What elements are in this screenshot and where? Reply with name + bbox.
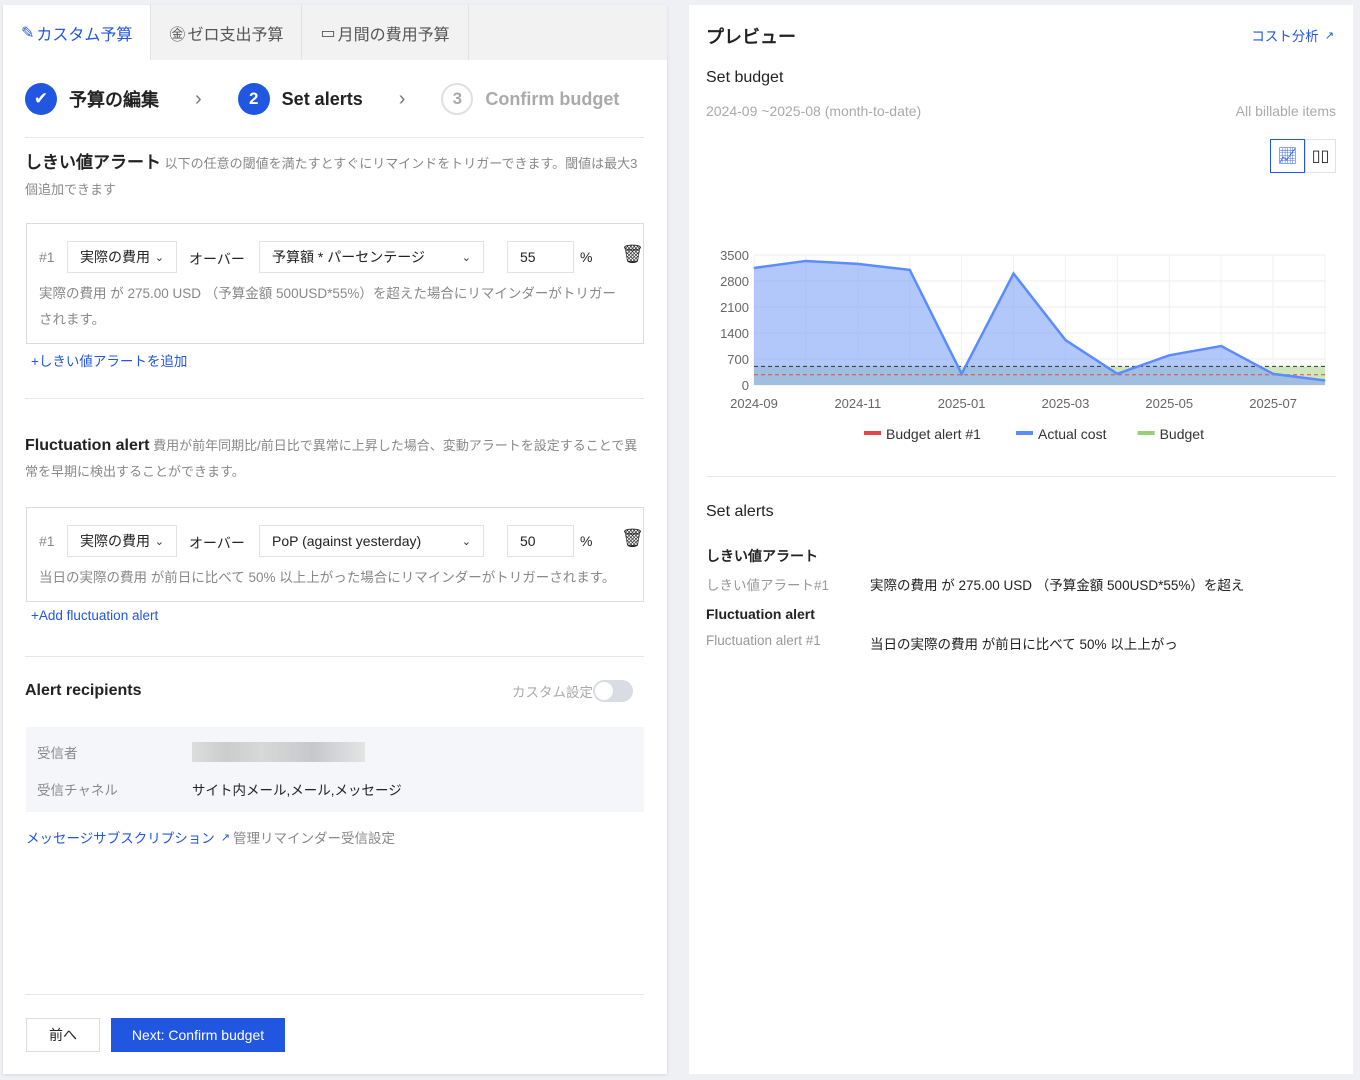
external-link-icon: ↗ bbox=[220, 831, 230, 844]
pencil-icon: ✎ bbox=[21, 24, 35, 42]
delete-icon[interactable]: 🗑 bbox=[621, 244, 644, 265]
stepper: ✔ 予算の編集 › 2 Set alerts › 3 Confirm budget bbox=[25, 83, 619, 115]
legend-swatch bbox=[1016, 431, 1033, 435]
actual-cost-point bbox=[1064, 339, 1066, 341]
metric-select[interactable]: 実際の費用 ⌄ bbox=[67, 241, 177, 273]
check-icon: ✔ bbox=[25, 83, 57, 115]
bar-chart-icon: ▯▯ bbox=[1311, 148, 1330, 165]
legend-label: Actual cost bbox=[1038, 426, 1107, 442]
threshold-header: しきい値アラート 以下の任意の閾値を満たすとすぐにリマインドをトリガーできます。… bbox=[25, 153, 638, 197]
divider bbox=[25, 137, 644, 138]
actual-cost-point bbox=[1168, 354, 1170, 356]
metric-select[interactable]: 実際の費用 ⌄ bbox=[67, 525, 177, 557]
divider bbox=[25, 656, 644, 657]
fluctuation-header: Fluctuation alert 費用が前年同期比/前日比で異常に上昇した場合… bbox=[25, 437, 638, 479]
redacted-recipient bbox=[192, 742, 365, 762]
y-tick-label: 0 bbox=[742, 378, 749, 393]
actual-cost-point bbox=[753, 267, 755, 269]
add-threshold-alert-link[interactable]: +しきい値アラートを追加 bbox=[31, 350, 187, 370]
previous-button[interactable]: 前へ bbox=[26, 1018, 100, 1052]
budget-chart: 0 700 1400 2100 2800 3500 2024-09 2024-11 2025-0… bbox=[720, 248, 1326, 442]
chevron-down-icon: ⌄ bbox=[461, 251, 471, 264]
tab-custom-budget[interactable]: ✎ カスタム予算 bbox=[3, 5, 152, 60]
chevron-down-icon: ⌄ bbox=[154, 251, 164, 264]
actual-cost-point bbox=[1272, 373, 1274, 375]
divider bbox=[706, 476, 1336, 477]
x-tick-label: 2025-03 bbox=[1042, 396, 1090, 411]
threshold-alert-card: #1 実際の費用 ⌄ オーバー 予算額 * パーセンテージ ⌄ 55 % 🗑 実際の… bbox=[26, 223, 644, 344]
custom-settings-toggle[interactable]: カスタム設定 bbox=[512, 680, 633, 702]
budget-type-tabs: ✎ カスタム予算 ㊎ゼロ支出予算 ▭ 月間の費用予算 bbox=[3, 5, 667, 60]
legend-label: Budget alert #1 bbox=[886, 426, 981, 442]
manage-reminder-link[interactable]: 管理リマインダー受信設定 bbox=[233, 827, 395, 847]
x-tick-label: 2025-07 bbox=[1249, 396, 1297, 411]
toggle-switch[interactable] bbox=[593, 680, 633, 702]
legend-label: Budget bbox=[1160, 426, 1204, 442]
actual-cost-point bbox=[1116, 373, 1118, 375]
bar-chart-toggle[interactable]: ▯▯ bbox=[1305, 139, 1336, 173]
y-tick-label: 2100 bbox=[720, 300, 749, 315]
cost-analysis-link[interactable]: コスト分析 ↗ bbox=[1251, 25, 1334, 45]
chevron-down-icon: ⌄ bbox=[154, 535, 164, 548]
x-tick-label: 2025-05 bbox=[1145, 396, 1193, 411]
actual-cost-point bbox=[857, 263, 859, 265]
actual-cost-point bbox=[1324, 380, 1326, 382]
external-link-icon: ↗ bbox=[1324, 29, 1334, 42]
next-confirm-budget-button[interactable]: Next: Confirm budget bbox=[111, 1018, 285, 1052]
y-tick-label: 2800 bbox=[720, 274, 749, 289]
fluctuation-alert-card: #1 実際の費用 ⌄ オーバー PoP (against yesterday) ⌄ … bbox=[26, 507, 644, 602]
y-tick-label: 3500 bbox=[720, 248, 749, 263]
message-subscription-link[interactable]: メッセージサブスクリプション bbox=[26, 827, 215, 847]
y-tick-label: 700 bbox=[727, 352, 749, 367]
threshold-percent-input[interactable]: 55 bbox=[507, 241, 574, 273]
x-tick-label: 2024-11 bbox=[834, 396, 881, 411]
budget-form-panel: ✎ カスタム予算 ㊎ゼロ支出予算 ▭ 月間の費用予算 ✔ 予算の編集 › 2 Set a… bbox=[3, 5, 667, 1074]
fluctuation-percent-input[interactable]: 50 bbox=[507, 525, 574, 557]
step-confirm: 3 Confirm budget bbox=[441, 83, 619, 115]
line-chart-icon: 📈︎ bbox=[1277, 148, 1298, 165]
calendar-icon: ▭ bbox=[320, 24, 336, 42]
fluctuation-type-select[interactable]: PoP (against yesterday) ⌄ bbox=[259, 525, 484, 557]
chevron-right-icon: › bbox=[195, 87, 202, 110]
line-chart-toggle[interactable]: 📈︎ bbox=[1270, 139, 1305, 173]
tab-zero-spend-budget[interactable]: ㊎ゼロ支出予算 bbox=[151, 5, 303, 60]
tab-monthly-budget[interactable]: ▭ 月間の費用予算 bbox=[302, 5, 469, 60]
actual-cost-point bbox=[909, 269, 911, 271]
yen-circle-icon: ㊎ bbox=[169, 26, 186, 44]
actual-cost-point bbox=[805, 260, 807, 262]
legend-swatch bbox=[1137, 431, 1155, 435]
step-edit: ✔ 予算の編集 bbox=[25, 83, 159, 115]
preview-panel: プレビュー コスト分析 ↗ Set budget 2024-09 ~2025-0… bbox=[689, 5, 1353, 1074]
delete-icon[interactable]: 🗑 bbox=[621, 528, 644, 549]
subscription-links: メッセージサブスクリプション ↗ 管理リマインダー受信設定 bbox=[26, 827, 395, 847]
chevron-down-icon: ⌄ bbox=[461, 535, 471, 548]
step-set-alerts: 2 Set alerts bbox=[237, 83, 363, 115]
x-tick-label: 2024-09 bbox=[730, 396, 778, 411]
actual-cost-point bbox=[961, 373, 963, 375]
x-tick-label: 2025-01 bbox=[938, 396, 986, 411]
add-fluctuation-alert-link[interactable]: +Add fluctuation alert bbox=[31, 608, 158, 623]
legend-swatch bbox=[864, 431, 881, 435]
divider bbox=[25, 994, 644, 995]
y-tick-label: 1400 bbox=[720, 326, 749, 341]
chevron-right-icon: › bbox=[398, 87, 406, 110]
actual-cost-point bbox=[1013, 273, 1015, 275]
divider bbox=[25, 398, 644, 399]
threshold-type-select[interactable]: 予算額 * パーセンテージ ⌄ bbox=[259, 241, 484, 273]
recipients-info: 受信者 受信チャネル サイト内メール,メール,メッセージ bbox=[26, 727, 644, 812]
actual-cost-point bbox=[1220, 345, 1222, 347]
